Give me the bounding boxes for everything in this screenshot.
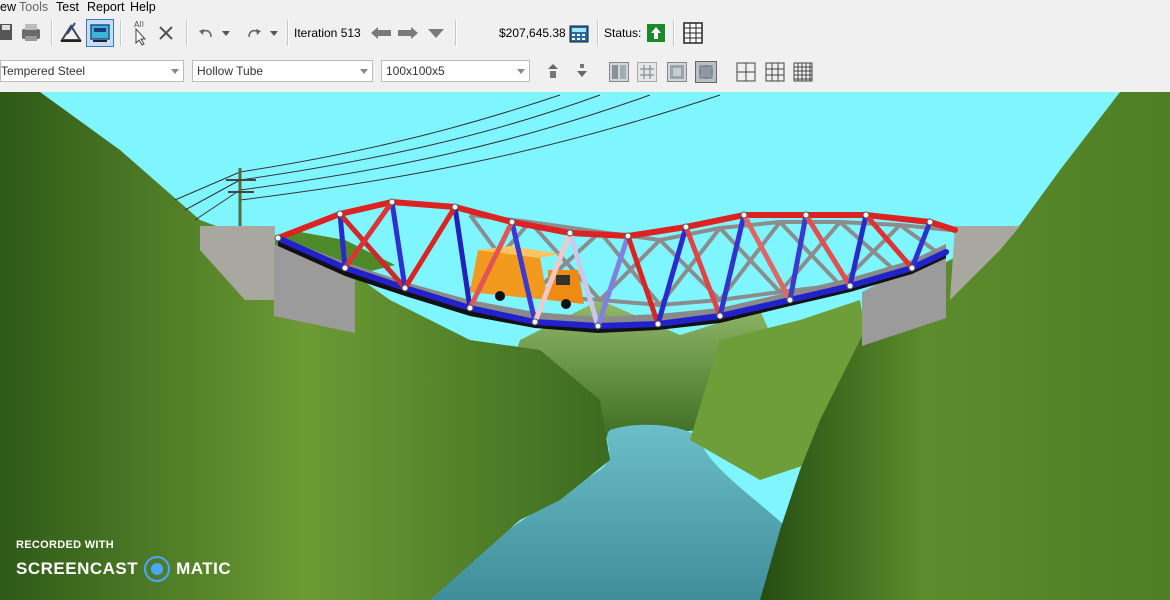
section-select[interactable]: Hollow Tube <box>192 60 373 82</box>
delete-icon[interactable] <box>157 24 175 42</box>
screencast-logo-icon <box>144 556 171 582</box>
show-grid-icon[interactable] <box>637 62 657 82</box>
iteration-browser-icon[interactable] <box>426 25 446 41</box>
size-select[interactable]: 100x100x5 <box>381 60 530 82</box>
watermark-brand-right: MATIC <box>176 559 232 578</box>
fine-grid-icon[interactable] <box>793 62 813 82</box>
load-test-report-icon[interactable] <box>682 21 704 45</box>
menu-report[interactable]: Report <box>87 0 125 14</box>
status-label: Status: <box>604 26 642 40</box>
menu-test[interactable]: Test <box>56 0 79 14</box>
menu-help[interactable]: Help <box>130 0 156 14</box>
watermark-brand-left: SCREENCAST <box>16 559 139 578</box>
cost-label: $207,645.38 <box>499 26 566 40</box>
save-icon[interactable] <box>0 20 14 44</box>
drawing-board-icon[interactable] <box>86 19 114 47</box>
screencast-watermark: RECORDED WITH SCREENCAST MATIC <box>16 539 231 582</box>
main-toolbar: All Iteration 513 $207,645.38 Status: <box>0 14 1170 54</box>
iteration-forward-icon[interactable] <box>397 24 419 42</box>
material-select-value: Tempered Steel <box>1 64 86 78</box>
status-indicator-icon[interactable] <box>647 24 665 42</box>
bridge-animation-view[interactable]: RECORDED WITH SCREENCAST MATIC <box>0 92 1170 600</box>
coarse-grid-icon[interactable] <box>736 62 756 82</box>
menu-bar: ew Tools Test Report Help <box>0 0 1170 14</box>
material-select[interactable]: Tempered Steel <box>0 60 184 82</box>
decrease-size-icon[interactable] <box>575 62 589 80</box>
medium-grid-icon[interactable] <box>765 62 785 82</box>
iteration-back-icon[interactable] <box>370 24 392 42</box>
print-icon[interactable] <box>18 20 44 44</box>
draw-member-icon[interactable] <box>58 19 84 45</box>
section-select-value: Hollow Tube <box>197 64 264 78</box>
show-rulers-icon[interactable] <box>695 61 717 83</box>
iteration-label: Iteration 513 <box>294 26 361 40</box>
undo-dropdown-icon[interactable] <box>220 28 232 38</box>
chevron-down-icon <box>517 69 525 74</box>
increase-size-icon[interactable] <box>546 62 560 80</box>
menu-view[interactable]: ew <box>0 0 16 14</box>
select-all-icon[interactable]: All <box>128 18 150 46</box>
cost-calculator-icon[interactable] <box>568 24 590 44</box>
menu-tools[interactable]: Tools <box>19 0 48 14</box>
show-animation-icon[interactable] <box>667 62 687 82</box>
chevron-down-icon <box>360 69 368 74</box>
undo-icon[interactable] <box>196 24 216 42</box>
select-all-label: All <box>134 20 144 29</box>
scene-canvas <box>0 92 1170 600</box>
member-properties-toolbar: Tempered Steel Hollow Tube 100x100x5 <box>0 54 1170 92</box>
redo-dropdown-icon[interactable] <box>268 28 280 38</box>
size-select-value: 100x100x5 <box>386 64 445 78</box>
watermark-line1: RECORDED WITH <box>16 539 115 551</box>
redo-icon[interactable] <box>244 24 264 42</box>
chevron-down-icon <box>171 69 179 74</box>
show-members-list-icon[interactable] <box>609 62 629 82</box>
